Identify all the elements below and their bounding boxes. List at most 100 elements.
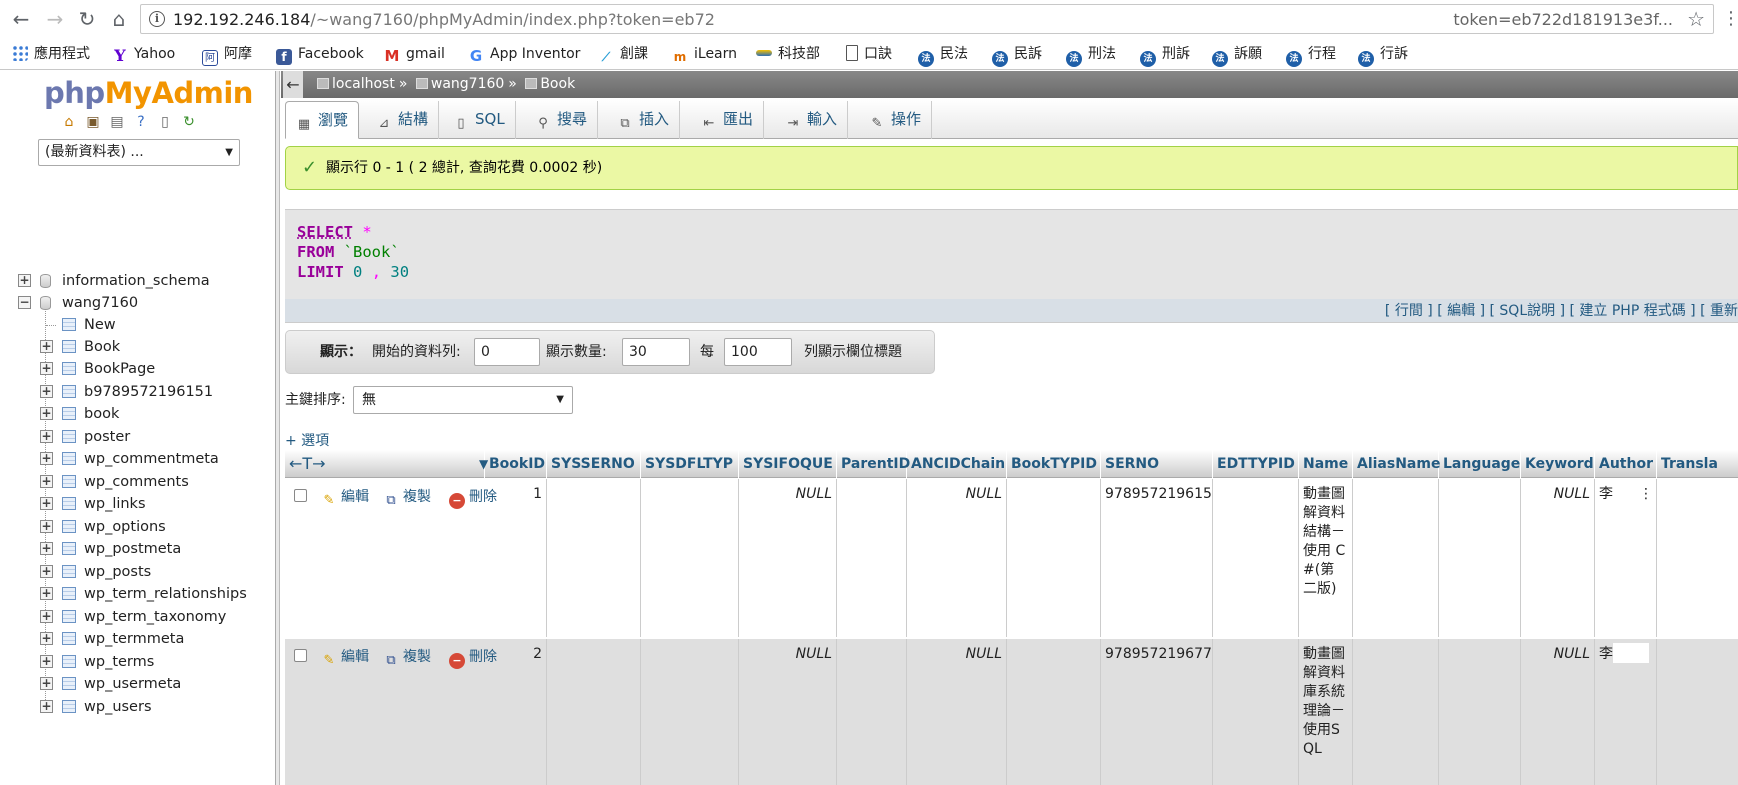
reload-icon[interactable]: ↻ xyxy=(74,6,100,32)
col-author[interactable]: Author xyxy=(1595,450,1657,478)
edit-row-button[interactable]: ✎ 編輯 xyxy=(321,486,369,509)
tab-operations[interactable]: ✎ 操作 xyxy=(859,101,933,139)
browser-menu-icon[interactable]: ⋮ xyxy=(1722,9,1738,29)
cell-aliasname[interactable] xyxy=(1353,479,1439,637)
cell-language[interactable] xyxy=(1439,479,1521,637)
col-name[interactable]: Name xyxy=(1299,450,1353,478)
expand-icon[interactable]: + xyxy=(40,385,53,398)
cell-booktypid[interactable] xyxy=(1007,639,1101,785)
cell-name[interactable]: 動畫圖解資料庫系統理論－使用SQL xyxy=(1299,639,1353,785)
expand-icon[interactable]: + xyxy=(40,520,53,533)
bookmark-yahoo[interactable]: Y Yahoo xyxy=(112,44,175,64)
cell-name[interactable]: 動畫圖解資料結構－使用 C#(第二版) xyxy=(1299,479,1353,637)
col-aliasname[interactable]: AliasName xyxy=(1353,450,1440,478)
cell-keyword[interactable]: NULL xyxy=(1521,639,1595,785)
bookmark-app-inventor[interactable]: G App Inventor xyxy=(468,44,581,64)
refresh-link[interactable]: 重新 xyxy=(1710,303,1738,319)
cell-keyword[interactable]: NULL xyxy=(1521,479,1595,637)
expand-icon[interactable]: + xyxy=(40,632,53,645)
cell-translator[interactable] xyxy=(1657,479,1738,637)
cell-parentid[interactable] xyxy=(837,479,907,637)
expand-icon[interactable]: + xyxy=(40,497,53,510)
col-bookid[interactable]: BookID xyxy=(485,450,547,478)
cell-menu-icon[interactable]: ⋮ xyxy=(1639,485,1653,504)
expand-icon[interactable]: + xyxy=(40,340,53,353)
col-parentid[interactable]: ParentID xyxy=(837,450,910,478)
docs-icon[interactable]: ▯ xyxy=(156,113,174,131)
cell-author[interactable]: 李 ⋮ xyxy=(1595,479,1657,637)
inline-edit-box[interactable] xyxy=(1613,643,1649,663)
bookmark-ilearn[interactable]: m iLearn xyxy=(672,44,737,64)
tab-insert[interactable]: ⧉ 插入 xyxy=(607,101,681,139)
cell-parentid[interactable] xyxy=(837,639,907,785)
cell-bookid[interactable]: 1 xyxy=(485,479,547,637)
breadcrumb-database[interactable]: wang7160 xyxy=(431,76,504,92)
bookmark-xingcheng[interactable]: 法行程 xyxy=(1286,44,1336,67)
recent-tables-select[interactable]: (最新資料表) ... ▼ xyxy=(38,139,240,166)
start-row-input[interactable]: 0 xyxy=(474,338,540,366)
tab-sql[interactable]: ▯ SQL xyxy=(443,101,516,139)
back-arrow-icon[interactable]: ← xyxy=(8,6,34,32)
tab-search[interactable]: ⚲ 搜尋 xyxy=(525,101,599,139)
cell-sysifoque[interactable]: NULL xyxy=(739,479,837,637)
col-booktypid[interactable]: BookTYPID xyxy=(1007,450,1101,478)
col-language[interactable]: Language xyxy=(1439,450,1521,478)
cell-sysdfltyp[interactable] xyxy=(641,479,739,637)
rows-count-input[interactable]: 30 xyxy=(622,338,690,366)
logout-icon[interactable]: ▣ xyxy=(84,113,102,131)
column-resize-control[interactable]: ←T→ ▼ xyxy=(285,450,488,478)
cell-sysserno[interactable] xyxy=(547,479,641,637)
expand-icon[interactable]: + xyxy=(40,655,53,668)
expand-icon[interactable]: + xyxy=(40,677,53,690)
bookmark-xingfa[interactable]: 法刑法 xyxy=(1066,44,1116,67)
cell-bookid[interactable]: 2 xyxy=(485,639,547,785)
expand-icon[interactable]: + xyxy=(40,430,53,443)
bookmark-apps[interactable]: 應用程式 xyxy=(12,44,90,64)
cell-edttypid[interactable] xyxy=(1213,479,1299,637)
cell-author[interactable]: 李 xyxy=(1595,639,1657,785)
phpmyadmin-logo[interactable]: phpMyAdmin xyxy=(44,76,253,110)
home-icon[interactable]: ⌂ xyxy=(106,6,132,32)
repeat-headers-input[interactable]: 100 xyxy=(724,338,792,366)
explain-sql-link[interactable]: SQL說明 xyxy=(1499,303,1555,319)
options-toggle-link[interactable]: + 選項 xyxy=(285,430,329,450)
bookmark-most[interactable]: 科技部 xyxy=(756,44,820,64)
bookmark-minfa[interactable]: 法民法 xyxy=(918,44,968,67)
breadcrumb-table[interactable]: Book xyxy=(540,76,575,92)
bookmark-suyuan[interactable]: 法訴願 xyxy=(1212,44,1262,67)
expand-icon[interactable]: + xyxy=(40,565,53,578)
collapse-nav-arrow-icon[interactable]: ← xyxy=(283,71,303,98)
cell-edttypid[interactable] xyxy=(1213,639,1299,785)
col-ancidchain[interactable]: ANCIDChain xyxy=(907,450,1007,478)
row-checkbox[interactable] xyxy=(294,489,307,502)
col-serno[interactable]: SERNO xyxy=(1101,450,1213,478)
sort-select[interactable]: 無 ▼ xyxy=(353,386,573,414)
cell-serno[interactable]: 9789572196779 xyxy=(1101,639,1213,785)
bookmark-xingsu[interactable]: 法刑訴 xyxy=(1140,44,1190,67)
expand-icon[interactable]: + xyxy=(40,587,53,600)
bookmark-minsu[interactable]: 法民訴 xyxy=(992,44,1042,67)
cell-translator[interactable] xyxy=(1657,639,1738,785)
breadcrumb-server[interactable]: localhost xyxy=(332,76,395,92)
create-php-code-link[interactable]: 建立 PHP 程式碼 xyxy=(1579,303,1685,319)
tab-import[interactable]: ⇥ 輸入 xyxy=(775,101,849,139)
expand-icon[interactable]: + xyxy=(40,362,53,375)
navigation-resize-handle[interactable] xyxy=(276,71,280,785)
inline-edit-link[interactable]: 行間 xyxy=(1395,303,1423,319)
cell-serno[interactable]: 9789572196151 xyxy=(1101,479,1213,637)
bookmark-amo[interactable]: 阿阿摩 xyxy=(202,44,252,66)
tab-export[interactable]: ⇤ 匯出 xyxy=(691,101,765,139)
bookmark-star-icon[interactable]: ☆ xyxy=(1687,7,1705,31)
tab-browse[interactable]: ▦ 瀏覽 xyxy=(285,101,360,139)
bookmark-facebook[interactable]: f Facebook xyxy=(276,44,364,65)
copy-row-button[interactable]: ⧉ 複製 xyxy=(383,646,431,669)
expand-icon[interactable]: + xyxy=(40,700,53,713)
cell-sysifoque[interactable]: NULL xyxy=(739,639,837,785)
cell-aliasname[interactable] xyxy=(1353,639,1439,785)
cell-sysdfltyp[interactable] xyxy=(641,639,739,785)
cell-booktypid[interactable] xyxy=(1007,479,1101,637)
expand-icon[interactable]: + xyxy=(18,274,31,287)
col-sysifoque[interactable]: SYSIFOQUE xyxy=(739,450,837,478)
expand-icon[interactable]: + xyxy=(40,610,53,623)
help-icon[interactable]: ? xyxy=(132,113,150,131)
